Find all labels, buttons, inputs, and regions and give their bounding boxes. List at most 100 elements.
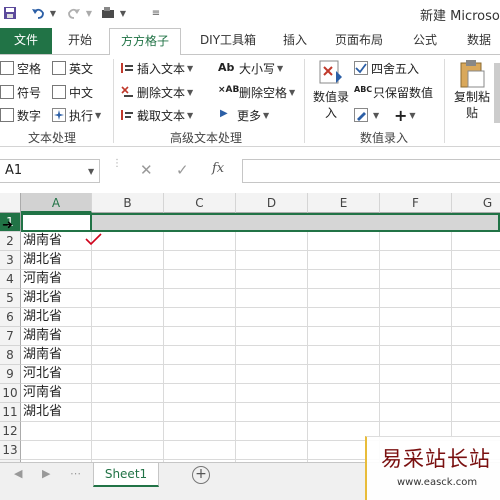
cell-d3[interactable] bbox=[236, 251, 308, 270]
cell-d12[interactable] bbox=[236, 422, 308, 441]
cell-c12[interactable] bbox=[164, 422, 236, 441]
cell-g5[interactable] bbox=[452, 289, 500, 308]
insert-function-icon[interactable]: fx bbox=[212, 161, 224, 176]
checkbox-icon[interactable] bbox=[52, 85, 66, 99]
formula-input[interactable] bbox=[242, 159, 500, 183]
cell-a13[interactable] bbox=[21, 441, 92, 460]
cell-g7[interactable] bbox=[452, 327, 500, 346]
checkbox-number[interactable]: 数字 bbox=[0, 106, 41, 124]
column-header-b[interactable]: B bbox=[92, 193, 164, 213]
checkbox-symbol[interactable]: 符号 bbox=[0, 83, 41, 101]
cell-b4[interactable] bbox=[92, 270, 164, 289]
cell-d9[interactable] bbox=[236, 365, 308, 384]
tab-formulas[interactable]: 公式 bbox=[404, 28, 446, 54]
tab-home[interactable]: 开始 bbox=[58, 28, 102, 54]
cell-c13[interactable] bbox=[164, 441, 236, 460]
cell-f10[interactable] bbox=[380, 384, 452, 403]
num-input-button[interactable]: 数值录入 bbox=[312, 59, 350, 125]
confirm-icon[interactable]: ✓ bbox=[176, 161, 189, 179]
checkbox-icon[interactable] bbox=[52, 61, 66, 75]
scroll-left-icon[interactable]: ◀ bbox=[14, 467, 22, 480]
cell-d2[interactable] bbox=[236, 232, 308, 251]
cell-g8[interactable] bbox=[452, 346, 500, 365]
cell-a9[interactable]: 河北省 bbox=[21, 365, 92, 384]
undo-dropdown-icon[interactable]: ▼ bbox=[48, 4, 58, 22]
row-header-3[interactable]: 3 bbox=[0, 251, 21, 270]
tab-file[interactable]: 文件 bbox=[0, 28, 52, 54]
cell-d8[interactable] bbox=[236, 346, 308, 365]
cell-a7[interactable]: 湖南省 bbox=[21, 327, 92, 346]
checkbox-chinese[interactable]: 中文 bbox=[52, 83, 93, 101]
worksheet-grid[interactable]: ABCDEFG 1 2 湖南省 3 湖北省 4 河南省 5 湖北省 6 湖北省 7 湖南省 8 湖南省 9 河北… bbox=[0, 193, 500, 462]
cancel-icon[interactable]: ✕ bbox=[140, 161, 153, 179]
cell-f9[interactable] bbox=[380, 365, 452, 384]
cell-f6[interactable] bbox=[380, 308, 452, 327]
row-header-5[interactable]: 5 bbox=[0, 289, 21, 308]
cell-d11[interactable] bbox=[236, 403, 308, 422]
case-button[interactable]: Ab 大小写 ▼ bbox=[218, 59, 283, 77]
cell-g2[interactable] bbox=[452, 232, 500, 251]
cell-c4[interactable] bbox=[164, 270, 236, 289]
cell-g6[interactable] bbox=[452, 308, 500, 327]
tab-insert[interactable]: 插入 bbox=[274, 28, 316, 54]
name-box-dropdown-icon[interactable]: ▼ bbox=[88, 167, 94, 176]
cell-d7[interactable] bbox=[236, 327, 308, 346]
row-header-6[interactable]: 6 bbox=[0, 308, 21, 327]
cell-c9[interactable] bbox=[164, 365, 236, 384]
column-header-e[interactable]: E bbox=[308, 193, 380, 213]
add-button[interactable]: + ▼ bbox=[394, 106, 416, 125]
cell-g10[interactable] bbox=[452, 384, 500, 403]
cell-f7[interactable] bbox=[380, 327, 452, 346]
keep-value-button[interactable]: ABC 只保留数值 bbox=[354, 83, 433, 101]
scroll-right-icon[interactable]: ▶ bbox=[42, 467, 50, 480]
sheet-menu-icon[interactable]: ⋯ bbox=[70, 467, 81, 480]
cell-a8[interactable]: 湖南省 bbox=[21, 346, 92, 365]
tab-data[interactable]: 数据 bbox=[458, 28, 500, 54]
cell-e7[interactable] bbox=[308, 327, 380, 346]
name-box[interactable]: A1 bbox=[0, 159, 100, 183]
cell-e4[interactable] bbox=[308, 270, 380, 289]
cell-b6[interactable] bbox=[92, 308, 164, 327]
cell-e2[interactable] bbox=[308, 232, 380, 251]
cell-c11[interactable] bbox=[164, 403, 236, 422]
cell-e6[interactable] bbox=[308, 308, 380, 327]
cell-f4[interactable] bbox=[380, 270, 452, 289]
insert-text-button[interactable]: 插入文本 ▼ bbox=[120, 59, 193, 77]
cell-e11[interactable] bbox=[308, 403, 380, 422]
cell-a2[interactable]: 湖南省 bbox=[21, 232, 92, 251]
tab-page-layout[interactable]: 页面布局 bbox=[328, 28, 390, 54]
redo-dropdown-icon[interactable]: ▼ bbox=[84, 4, 94, 22]
row-header-10[interactable]: 10 bbox=[0, 384, 21, 403]
more-button[interactable]: ▶ 更多 ▼ bbox=[220, 106, 269, 124]
cell-d10[interactable] bbox=[236, 384, 308, 403]
cell-c8[interactable] bbox=[164, 346, 236, 365]
cell-b5[interactable] bbox=[92, 289, 164, 308]
cell-b13[interactable] bbox=[92, 441, 164, 460]
undo-icon[interactable] bbox=[30, 4, 46, 22]
add-sheet-icon[interactable]: + bbox=[192, 466, 210, 484]
row-header-8[interactable]: 8 bbox=[0, 346, 21, 365]
column-header-d[interactable]: D bbox=[236, 193, 308, 213]
active-cell-a1[interactable] bbox=[21, 213, 92, 232]
cell-b9[interactable] bbox=[92, 365, 164, 384]
cell-a10[interactable]: 河南省 bbox=[21, 384, 92, 403]
cell-d13[interactable] bbox=[236, 441, 308, 460]
cell-c5[interactable] bbox=[164, 289, 236, 308]
column-header-c[interactable]: C bbox=[164, 193, 236, 213]
delete-space-button[interactable]: ×AB 删除空格 ▼ bbox=[218, 83, 295, 101]
row-header-9[interactable]: 9 bbox=[0, 365, 21, 384]
edit-tool-button[interactable]: ▼ bbox=[354, 106, 379, 124]
column-header-g[interactable]: G bbox=[452, 193, 500, 213]
cell-f8[interactable] bbox=[380, 346, 452, 365]
cell-b7[interactable] bbox=[92, 327, 164, 346]
cell-e8[interactable] bbox=[308, 346, 380, 365]
row-header-13[interactable]: 13 bbox=[0, 441, 21, 460]
cell-g9[interactable] bbox=[452, 365, 500, 384]
cell-a11[interactable]: 湖北省 bbox=[21, 403, 92, 422]
select-all-corner[interactable] bbox=[0, 193, 21, 213]
row-header-12[interactable]: 12 bbox=[0, 422, 21, 441]
cell-f2[interactable] bbox=[380, 232, 452, 251]
customize-qat-icon[interactable]: ≡ bbox=[150, 4, 162, 22]
checkbox-icon[interactable] bbox=[0, 85, 14, 99]
cell-c10[interactable] bbox=[164, 384, 236, 403]
